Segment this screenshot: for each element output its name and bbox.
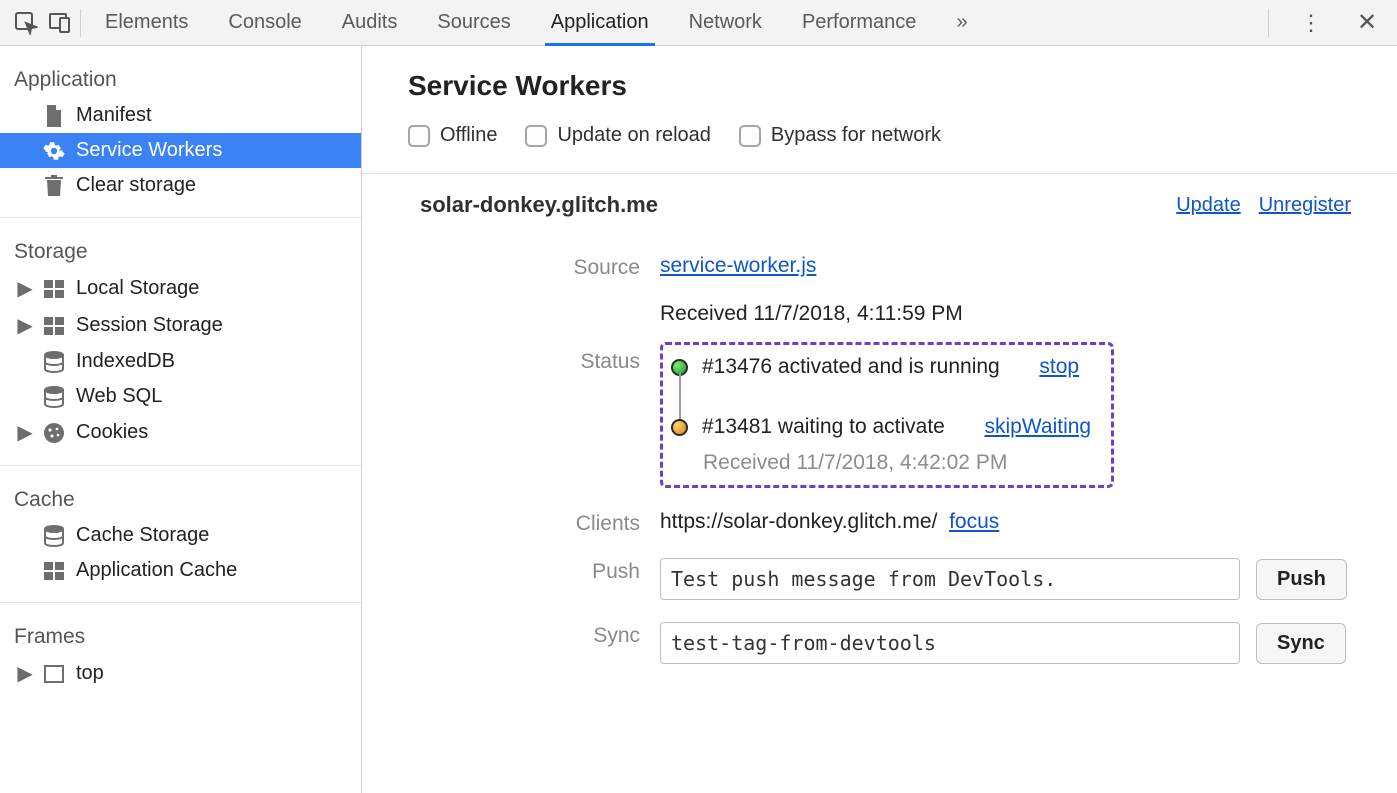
db-icon — [42, 386, 66, 408]
frame-icon — [42, 665, 66, 683]
sidebar-item-label: Application Cache — [76, 559, 237, 582]
chevron-right-icon: ▶ — [18, 276, 32, 301]
sidebar-section-frames: Frames — [0, 617, 361, 655]
sidebar-item-cookies[interactable]: ▶ Cookies — [0, 414, 361, 451]
grid-icon — [42, 317, 66, 335]
client-url: https://solar-donkey.glitch.me/ — [660, 510, 937, 533]
sidebar-item-label: Cache Storage — [76, 524, 209, 547]
devtools-tab-bar: Elements Console Audits Sources Applicat… — [0, 0, 1397, 46]
source-link[interactable]: service-worker.js — [660, 254, 816, 277]
host-title: solar-donkey.glitch.me — [420, 192, 658, 218]
sidebar-item-session-storage[interactable]: ▶ Session Storage — [0, 307, 361, 344]
status-box: #13476 activated and is running stop #13… — [660, 342, 1114, 488]
sidebar-section-cache: Cache — [0, 480, 361, 518]
sidebar-section-storage: Storage — [0, 232, 361, 270]
options-row: Offline Update on reload Bypass for netw… — [408, 124, 1397, 147]
update-on-reload-checkbox[interactable]: Update on reload — [525, 124, 710, 147]
tab-performance[interactable]: Performance — [802, 0, 917, 45]
sidebar-item-label: IndexedDB — [76, 350, 175, 373]
stop-link[interactable]: stop — [1039, 355, 1079, 379]
sync-tag-input[interactable] — [660, 622, 1240, 664]
trash-icon — [42, 175, 66, 197]
bypass-for-network-checkbox[interactable]: Bypass for network — [739, 124, 941, 147]
sidebar-section-application: Application — [0, 60, 361, 98]
skipwaiting-link[interactable]: skipWaiting — [985, 415, 1092, 439]
application-sidebar: Application Manifest Service Workers Cle… — [0, 46, 362, 793]
main-panel: Service Workers Offline Update on reload… — [362, 46, 1397, 793]
db-icon — [42, 351, 66, 373]
sidebar-item-label: Manifest — [76, 104, 152, 127]
label: Offline — [440, 124, 497, 147]
status-activated: #13476 activated and is running stop — [671, 355, 1091, 379]
tab-more[interactable]: » — [956, 0, 967, 45]
sidebar-item-label: Cookies — [76, 421, 148, 444]
sidebar-item-service-workers[interactable]: Service Workers — [0, 133, 361, 168]
sidebar-item-manifest[interactable]: Manifest — [0, 98, 361, 133]
close-icon[interactable]: ✕ — [1353, 9, 1381, 37]
sidebar-item-local-storage[interactable]: ▶ Local Storage — [0, 270, 361, 307]
update-link[interactable]: Update — [1176, 194, 1241, 217]
sidebar-item-label: Service Workers — [76, 139, 222, 162]
status-received-2: Received 11/7/2018, 4:42:02 PM — [671, 451, 1091, 475]
sidebar-item-label: top — [76, 662, 104, 685]
grid-icon — [42, 562, 66, 580]
sidebar-item-indexeddb[interactable]: IndexedDB — [0, 344, 361, 379]
offline-checkbox[interactable]: Offline — [408, 124, 497, 147]
label-status: Status — [420, 348, 640, 488]
sidebar-item-label: Clear storage — [76, 174, 196, 197]
chevron-right-icon: ▶ — [18, 661, 32, 686]
tab-elements[interactable]: Elements — [105, 0, 188, 45]
sidebar-item-websql[interactable]: Web SQL — [0, 379, 361, 414]
label-sync: Sync — [420, 622, 640, 664]
grid-icon — [42, 280, 66, 298]
label: Bypass for network — [771, 124, 941, 147]
label-received: Received — [660, 302, 748, 325]
tab-network[interactable]: Network — [689, 0, 762, 45]
tab-audits[interactable]: Audits — [342, 0, 398, 45]
status-text: #13481 waiting to activate — [702, 415, 945, 439]
device-toggle-icon[interactable] — [46, 9, 74, 37]
tab-application[interactable]: Application — [551, 0, 649, 45]
tab-console[interactable]: Console — [228, 0, 301, 45]
push-button[interactable]: Push — [1256, 559, 1347, 600]
received-timestamp: 11/7/2018, 4:11:59 PM — [753, 302, 962, 325]
kebab-icon[interactable]: ⋮ — [1297, 9, 1325, 37]
status-text: #13476 activated and is running — [702, 355, 1000, 379]
unregister-link[interactable]: Unregister — [1259, 194, 1351, 217]
sidebar-item-label: Local Storage — [76, 277, 199, 300]
label-clients: Clients — [420, 510, 640, 536]
gear-icon — [42, 140, 66, 162]
sync-button[interactable]: Sync — [1256, 623, 1346, 664]
status-dot-waiting-icon — [671, 419, 688, 436]
file-icon — [42, 105, 66, 127]
chevron-right-icon: ▶ — [18, 420, 32, 445]
sidebar-item-top[interactable]: ▶ top — [0, 655, 361, 692]
sidebar-item-application-cache[interactable]: Application Cache — [0, 553, 361, 588]
status-waiting: #13481 waiting to activate skipWaiting — [671, 415, 1091, 439]
sidebar-item-label: Session Storage — [76, 314, 223, 337]
sidebar-item-label: Web SQL — [76, 385, 162, 408]
label-push: Push — [420, 558, 640, 600]
cookie-icon — [42, 422, 66, 444]
label: Update on reload — [557, 124, 710, 147]
sidebar-item-clear-storage[interactable]: Clear storage — [0, 168, 361, 203]
focus-link[interactable]: focus — [949, 510, 999, 533]
db-icon — [42, 525, 66, 547]
chevron-right-icon: ▶ — [18, 313, 32, 338]
tab-sources[interactable]: Sources — [437, 0, 510, 45]
sidebar-item-cache-storage[interactable]: Cache Storage — [0, 518, 361, 553]
inspect-icon[interactable] — [12, 9, 40, 37]
page-title: Service Workers — [408, 70, 1397, 102]
label-source: Source — [420, 254, 640, 280]
push-message-input[interactable] — [660, 558, 1240, 600]
